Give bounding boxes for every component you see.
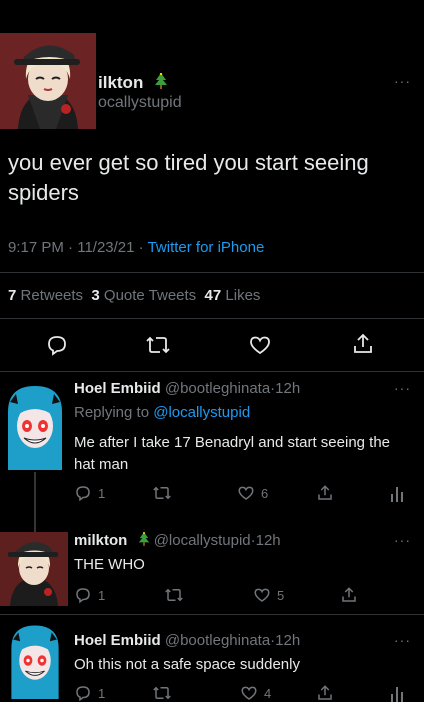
retweet-icon — [152, 684, 172, 702]
reply3-reply-button[interactable]: 1 — [74, 684, 105, 702]
reply3-avatar[interactable] — [4, 622, 66, 699]
more-icon[interactable]: ··· — [394, 380, 411, 396]
divider — [0, 371, 424, 372]
reply3-handle[interactable]: @bootleghinata — [165, 632, 270, 649]
likes-stat[interactable]: 47 Likes — [205, 287, 261, 304]
reply3-like-button[interactable]: 4 — [240, 684, 271, 702]
main-author-avatar[interactable] — [0, 33, 96, 129]
reply-count: 1 — [98, 485, 106, 501]
more-icon[interactable]: ··· — [394, 532, 411, 548]
reply2-retweet-button[interactable] — [164, 586, 190, 604]
replying-to-label: Replying to — [74, 404, 150, 421]
separator: · — [68, 239, 74, 256]
reply3-time: 12h — [275, 632, 301, 649]
reply2-handle[interactable]: @locallystupid — [154, 532, 251, 549]
reply1-replying-to: Replying to @locallystupid — [74, 404, 250, 421]
reply1-text: Me after I take 17 Benadryl and start se… — [74, 434, 391, 473]
share-icon — [316, 684, 334, 702]
tweet-source[interactable]: Twitter for iPhone — [148, 239, 265, 256]
quotes-stat[interactable]: 3 Quote Tweets — [91, 287, 196, 304]
retweet-icon — [164, 586, 184, 604]
reply1-analytics-button[interactable] — [390, 484, 410, 502]
like-icon[interactable] — [248, 333, 272, 357]
separator: · — [138, 239, 144, 256]
share-icon — [340, 586, 358, 604]
retweet-icon — [152, 484, 172, 502]
reply-icon — [74, 586, 92, 604]
reply2-text: THE WHO — [74, 556, 145, 573]
reply2-reply-button[interactable]: 1 — [74, 586, 105, 604]
reply1-like-button[interactable]: 6 — [237, 484, 268, 502]
reply2-share-button[interactable] — [340, 586, 364, 604]
main-tweet-text: you ever get so tired you start seeing s… — [8, 150, 369, 205]
retweet-icon[interactable] — [145, 333, 171, 357]
share-icon[interactable] — [351, 332, 375, 356]
reply2-like-button[interactable]: 5 — [253, 586, 284, 604]
reply3-display-name[interactable]: Hoel Embiid — [74, 632, 161, 649]
main-handle[interactable]: ocallystupid — [98, 94, 182, 112]
reply1-share-button[interactable] — [316, 484, 340, 502]
tweet-time[interactable]: 9:17 PM — [8, 239, 64, 256]
retweets-count: 7 — [8, 287, 17, 304]
reply3-share-button[interactable] — [316, 684, 340, 702]
tweet-date[interactable]: 11/23/21 — [77, 239, 134, 256]
reply2-avatar[interactable] — [0, 532, 68, 606]
like-icon — [237, 484, 255, 502]
reply3-header: Hoel Embiid @bootleghinata·12h — [74, 632, 300, 649]
reply3-text: Oh this not a safe space suddenly — [74, 656, 300, 673]
reply1-display-name[interactable]: Hoel Embiid — [74, 380, 161, 397]
reply-count: 1 — [98, 685, 106, 701]
share-icon — [316, 484, 334, 502]
reply1-handle[interactable]: @bootleghinata — [165, 380, 270, 397]
divider — [0, 318, 424, 319]
divider — [0, 614, 424, 615]
likes-label: Likes — [225, 287, 261, 304]
reply-icon[interactable] — [45, 333, 69, 357]
like-count: 6 — [261, 485, 269, 501]
more-icon[interactable]: ··· — [394, 632, 411, 648]
retweets-stat[interactable]: 7 Retweets — [8, 287, 83, 304]
thread-line — [34, 472, 36, 532]
tree-emoji-icon — [138, 532, 150, 550]
retweets-label: Retweets — [20, 287, 84, 304]
reply1-avatar[interactable] — [4, 382, 66, 470]
analytics-icon — [390, 684, 404, 702]
reply1-retweet-button[interactable] — [152, 484, 178, 502]
reply2-display-name[interactable]: milkton — [74, 532, 127, 549]
quotes-count: 3 — [91, 287, 100, 304]
tweet-meta: 9:17 PM · 11/23/21 · Twitter for iPhone — [8, 239, 264, 256]
like-icon — [253, 586, 271, 604]
replying-to-handle[interactable]: @locallystupid — [153, 404, 250, 421]
divider — [0, 272, 424, 273]
analytics-icon — [390, 484, 404, 502]
reply3-analytics-button[interactable] — [390, 684, 410, 702]
reply3-retweet-button[interactable] — [152, 684, 178, 702]
main-display-name[interactable]: ilkton — [98, 72, 168, 94]
reply2-time: 12h — [255, 532, 281, 549]
likes-count: 47 — [204, 287, 222, 304]
reply-count: 1 — [98, 587, 106, 603]
more-icon[interactable]: ··· — [394, 73, 411, 89]
like-count: 4 — [264, 685, 272, 701]
tweet-stats: 7 Retweets 3 Quote Tweets 47 Likes — [8, 287, 260, 304]
reply2-header: milkton @locallystupid·12h — [74, 532, 281, 550]
like-count: 5 — [277, 587, 285, 603]
reply-icon — [74, 684, 92, 702]
quotes-label: Quote Tweets — [103, 287, 197, 304]
reply1-header: Hoel Embiid @bootleghinata·12h — [74, 380, 300, 397]
reply1-reply-button[interactable]: 1 — [74, 484, 105, 502]
tree-emoji-icon — [154, 72, 168, 94]
display-name-text: ilkton — [98, 73, 144, 92]
reply-icon — [74, 484, 92, 502]
reply1-time: 12h — [275, 380, 301, 397]
like-icon — [240, 684, 258, 702]
